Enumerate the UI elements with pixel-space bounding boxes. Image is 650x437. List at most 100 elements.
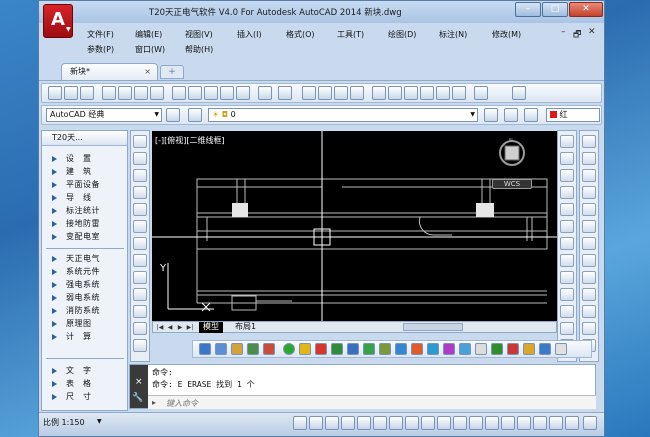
minimize-button[interactable]: –: [515, 2, 541, 17]
tool-icon[interactable]: [539, 343, 551, 355]
panel-item-wire[interactable]: 导 线: [42, 192, 127, 204]
panel-item-strong-current[interactable]: 强电系统: [42, 279, 127, 291]
match-icon[interactable]: [220, 86, 234, 100]
copy-object-icon[interactable]: [560, 152, 574, 165]
tool-icon[interactable]: [475, 343, 487, 355]
annotation-scale-icon[interactable]: [533, 416, 547, 430]
revision-cloud-icon[interactable]: [133, 254, 147, 267]
tool-icon[interactable]: [395, 343, 407, 355]
panel-item-text[interactable]: 文 字: [42, 365, 127, 377]
panel-item-building[interactable]: 建 筑: [42, 166, 127, 178]
workspace-settings-icon[interactable]: [166, 108, 180, 122]
menu-draw[interactable]: 绘图(D): [388, 29, 416, 40]
polygon-icon[interactable]: [133, 186, 147, 199]
tool-icon[interactable]: [411, 343, 423, 355]
last-tab-icon[interactable]: ▶|: [186, 323, 194, 332]
tool-icon[interactable]: [315, 343, 327, 355]
array-icon[interactable]: [560, 203, 574, 216]
tool-icon[interactable]: [459, 343, 471, 355]
command-window-handle[interactable]: × 🔧: [130, 365, 148, 408]
panel-item-grounding[interactable]: 接地防雷: [42, 218, 127, 230]
calculator-icon[interactable]: [452, 86, 466, 100]
polar-icon[interactable]: [341, 416, 355, 430]
doc-close-icon[interactable]: ✕: [588, 27, 596, 37]
publish-icon[interactable]: [134, 86, 148, 100]
tool-icon[interactable]: [331, 343, 343, 355]
ducs-icon[interactable]: [405, 416, 419, 430]
menu-help[interactable]: 帮助(H): [185, 44, 213, 55]
redo-icon[interactable]: [278, 86, 292, 100]
panel-item-schematic[interactable]: 原理图: [42, 318, 127, 330]
menu-parameter[interactable]: 参数(P): [87, 44, 114, 55]
panel-item-tangent-electric[interactable]: 天正电气: [42, 253, 127, 265]
scale-icon[interactable]: [560, 254, 574, 267]
tool-icon[interactable]: [199, 343, 211, 355]
copy-icon[interactable]: [188, 86, 202, 100]
panel-item-table[interactable]: 表 格: [42, 378, 127, 390]
zoom-previous-icon[interactable]: [350, 86, 364, 100]
markup-icon[interactable]: [436, 86, 450, 100]
extend-icon[interactable]: [560, 305, 574, 318]
insert-block-icon[interactable]: [133, 322, 147, 335]
menu-insert[interactable]: 插入(I): [237, 29, 262, 40]
clean-screen-icon[interactable]: [583, 416, 597, 430]
layout-icon[interactable]: [517, 416, 531, 430]
ortho-icon[interactable]: [325, 416, 339, 430]
break-icon[interactable]: [560, 322, 574, 335]
panel-item-annotation-stats[interactable]: 标注统计: [42, 205, 127, 217]
polyline-icon[interactable]: [133, 169, 147, 182]
tool-icon[interactable]: [523, 343, 535, 355]
quick-properties-icon[interactable]: [469, 416, 483, 430]
make-current-layer-icon[interactable]: [484, 108, 498, 122]
first-tab-icon[interactable]: |◀: [156, 323, 164, 332]
pan-icon[interactable]: [302, 86, 316, 100]
zoom-realtime-icon[interactable]: [318, 86, 332, 100]
new-icon[interactable]: [48, 86, 62, 100]
menu-modify[interactable]: 修改(M): [492, 29, 521, 40]
panel-item-weak-current[interactable]: 弱电系统: [42, 292, 127, 304]
osnap-icon[interactable]: [357, 416, 371, 430]
tool-icon[interactable]: [582, 254, 596, 267]
otrack-icon[interactable]: [389, 416, 403, 430]
zoom-window-icon[interactable]: [334, 86, 348, 100]
plot-icon[interactable]: [102, 86, 116, 100]
panel-item-calculation[interactable]: 计 算: [42, 331, 127, 343]
panel-item-system-components[interactable]: 系统元件: [42, 266, 127, 278]
lineweight-icon[interactable]: [437, 416, 451, 430]
viewport-label[interactable]: [-][俯视][二维线框]: [155, 135, 225, 146]
tool-palette-icon[interactable]: [404, 86, 418, 100]
tool-icon[interactable]: [582, 152, 596, 165]
tool-icon[interactable]: [582, 169, 596, 182]
rotate-icon[interactable]: [560, 237, 574, 250]
properties-icon[interactable]: [372, 86, 386, 100]
command-input[interactable]: ▸ 键入命令: [148, 395, 596, 409]
move-icon[interactable]: [560, 220, 574, 233]
spline-icon[interactable]: [133, 271, 147, 284]
menu-view[interactable]: 视图(V): [185, 29, 213, 40]
maximize-button[interactable]: □: [542, 2, 568, 17]
3d-osnap-icon[interactable]: [373, 416, 387, 430]
layer-select[interactable]: ☀ ◘ 0 ▼: [208, 108, 478, 122]
line-icon[interactable]: [133, 135, 147, 148]
arc-icon[interactable]: [133, 220, 147, 233]
tool-icon[interactable]: [555, 343, 567, 355]
open-icon[interactable]: [64, 86, 78, 100]
trim-icon[interactable]: [560, 288, 574, 301]
panel-item-dimension[interactable]: 尺 寸: [42, 391, 127, 403]
tool-icon[interactable]: [491, 343, 503, 355]
tool-icon[interactable]: [582, 203, 596, 216]
wcs-menu[interactable]: WCS: [492, 179, 532, 189]
menu-file[interactable]: 文件(F): [87, 29, 114, 40]
tool-icon[interactable]: [215, 343, 227, 355]
workspace-switch-icon[interactable]: [549, 416, 563, 430]
tab-layout1[interactable]: 布局1: [231, 322, 260, 333]
tool-icon[interactable]: [582, 288, 596, 301]
snap-mode-icon[interactable]: [293, 416, 307, 430]
save-icon[interactable]: [80, 86, 94, 100]
stretch-icon[interactable]: [560, 271, 574, 284]
erase-icon[interactable]: [560, 135, 574, 148]
tool-icon[interactable]: [507, 343, 519, 355]
panel-item-fire-system[interactable]: 消防系统: [42, 305, 127, 317]
tool-icon[interactable]: [283, 343, 295, 355]
lock-icon[interactable]: [565, 416, 579, 430]
